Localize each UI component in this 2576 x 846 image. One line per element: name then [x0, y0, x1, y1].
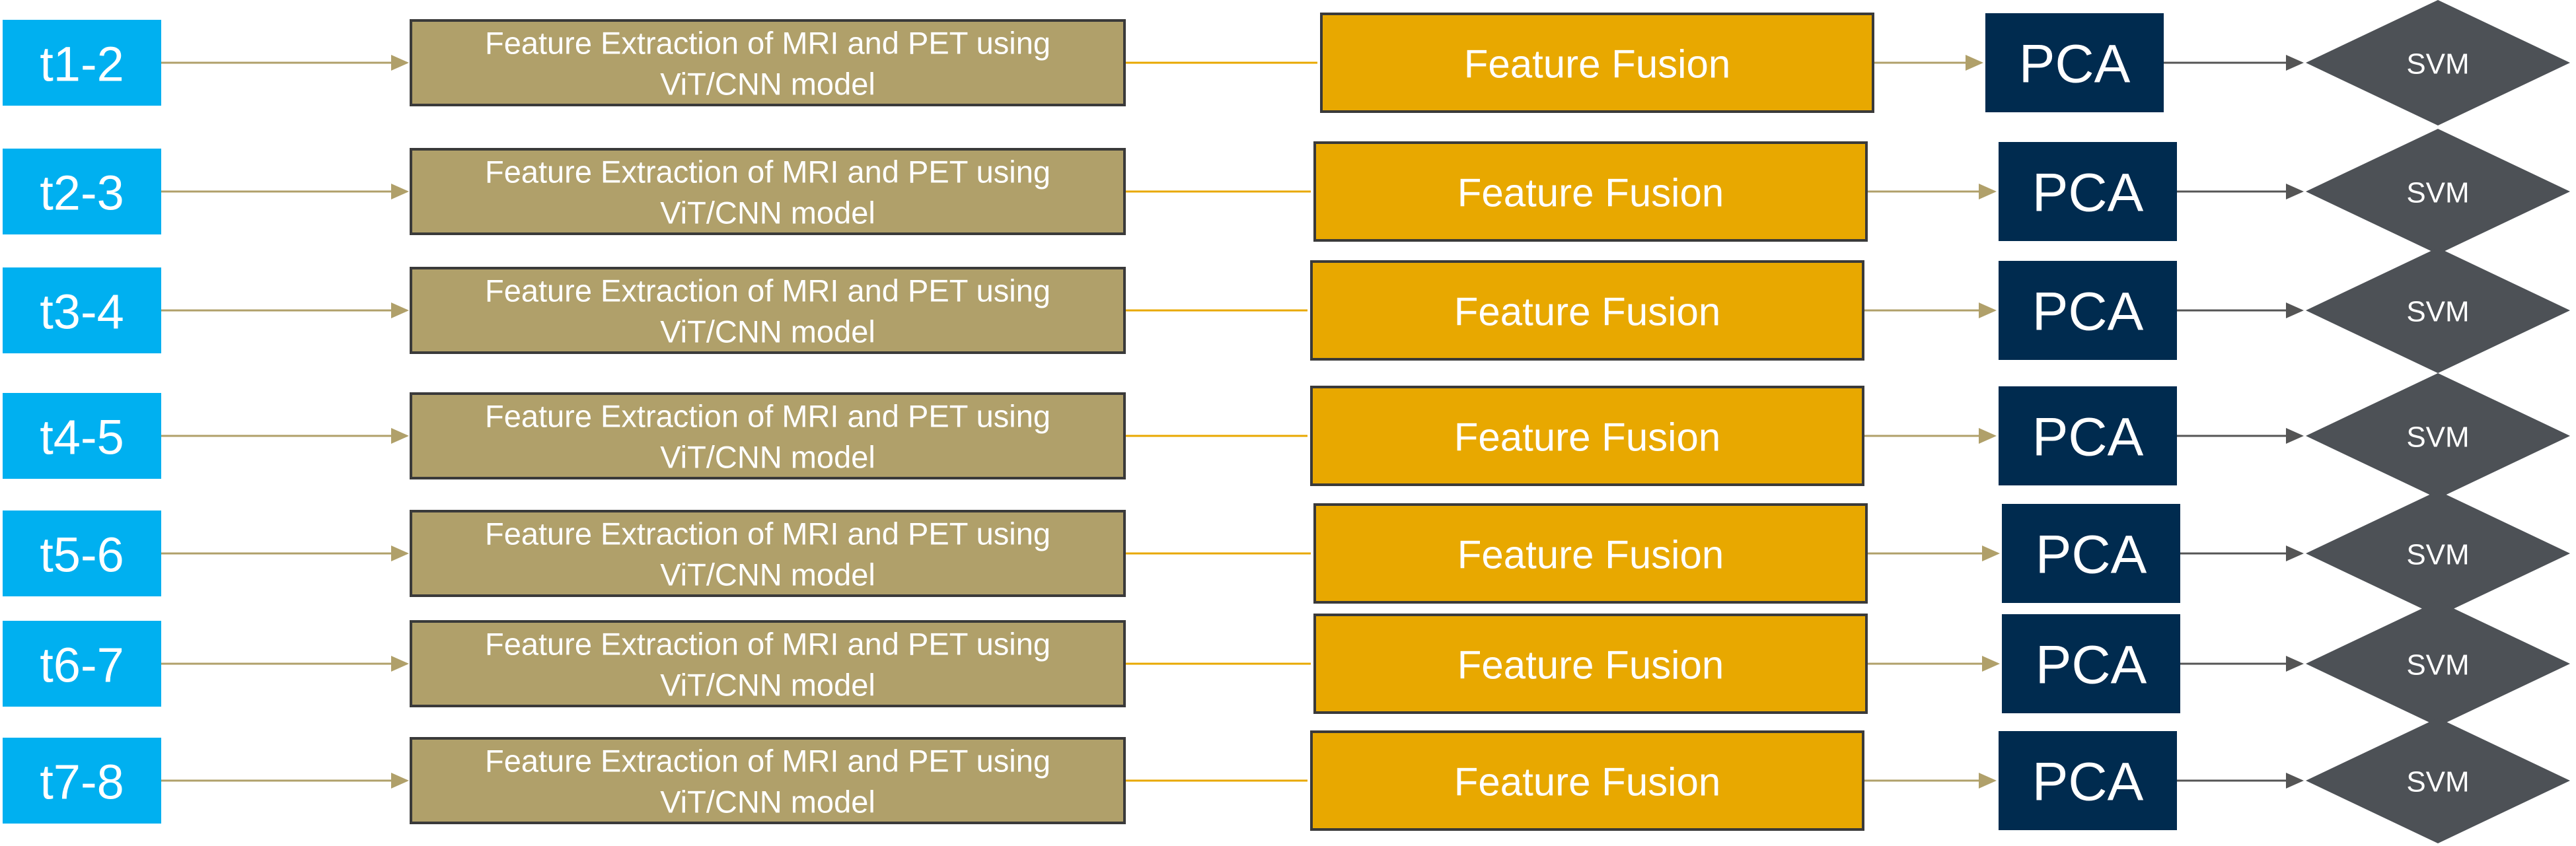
svm-label: SVM — [2406, 766, 2469, 798]
time-interval-label: t5-6 — [40, 528, 124, 582]
svm-label: SVM — [2406, 296, 2469, 328]
time-interval-label: t7-8 — [40, 755, 124, 810]
feature-extraction-label-line1: Feature Extraction of MRI and PET using — [485, 26, 1050, 61]
pca-label: PCA — [2032, 282, 2144, 342]
feature-extraction-label-line2: ViT/CNN model — [660, 314, 875, 349]
svm-label: SVM — [2406, 177, 2469, 209]
feature-extraction-label-line2: ViT/CNN model — [660, 557, 875, 592]
time-interval-label: t1-2 — [40, 37, 124, 92]
feature-extraction-label-line1: Feature Extraction of MRI and PET using — [485, 744, 1050, 779]
feature-extraction-label-line1: Feature Extraction of MRI and PET using — [485, 516, 1050, 551]
feature-fusion-label: Feature Fusion — [1454, 760, 1721, 804]
feature-fusion-label: Feature Fusion — [1457, 533, 1724, 577]
feature-extraction-label-line1: Feature Extraction of MRI and PET using — [485, 155, 1050, 190]
time-interval-label: t4-5 — [40, 410, 124, 465]
feature-extraction-label-line2: ViT/CNN model — [660, 195, 875, 230]
feature-extraction-label-line2: ViT/CNN model — [660, 440, 875, 475]
feature-fusion-label: Feature Fusion — [1464, 42, 1731, 87]
pca-label: PCA — [2036, 635, 2147, 695]
time-interval-label: t3-4 — [40, 285, 124, 339]
feature-extraction-label-line1: Feature Extraction of MRI and PET using — [485, 273, 1050, 308]
pca-label: PCA — [2032, 752, 2144, 812]
svm-label: SVM — [2406, 539, 2469, 571]
feature-fusion-label: Feature Fusion — [1457, 643, 1724, 687]
feature-extraction-label-line1: Feature Extraction of MRI and PET using — [485, 399, 1050, 434]
pca-label: PCA — [2036, 525, 2147, 585]
feature-extraction-label-line2: ViT/CNN model — [660, 67, 875, 102]
node-layer: t1-2 Feature Extraction of MRI and PET us… — [3, 0, 2570, 843]
time-interval-label: t2-3 — [40, 166, 124, 221]
svm-label: SVM — [2406, 48, 2469, 81]
feature-extraction-label-line1: Feature Extraction of MRI and PET using — [485, 627, 1050, 662]
pca-label: PCA — [2019, 34, 2131, 94]
time-interval-label: t6-7 — [40, 638, 124, 693]
feature-fusion-label: Feature Fusion — [1457, 171, 1724, 215]
feature-fusion-label: Feature Fusion — [1454, 290, 1721, 334]
pipeline-diagram: t1-2 Feature Extraction of MRI and PET us… — [3, 0, 2570, 843]
svm-label: SVM — [2406, 649, 2469, 682]
feature-extraction-label-line2: ViT/CNN model — [660, 668, 875, 703]
pca-label: PCA — [2032, 407, 2144, 468]
feature-extraction-label-line2: ViT/CNN model — [660, 785, 875, 820]
pca-label: PCA — [2032, 163, 2144, 223]
svm-label: SVM — [2406, 421, 2469, 454]
feature-fusion-label: Feature Fusion — [1454, 415, 1721, 460]
